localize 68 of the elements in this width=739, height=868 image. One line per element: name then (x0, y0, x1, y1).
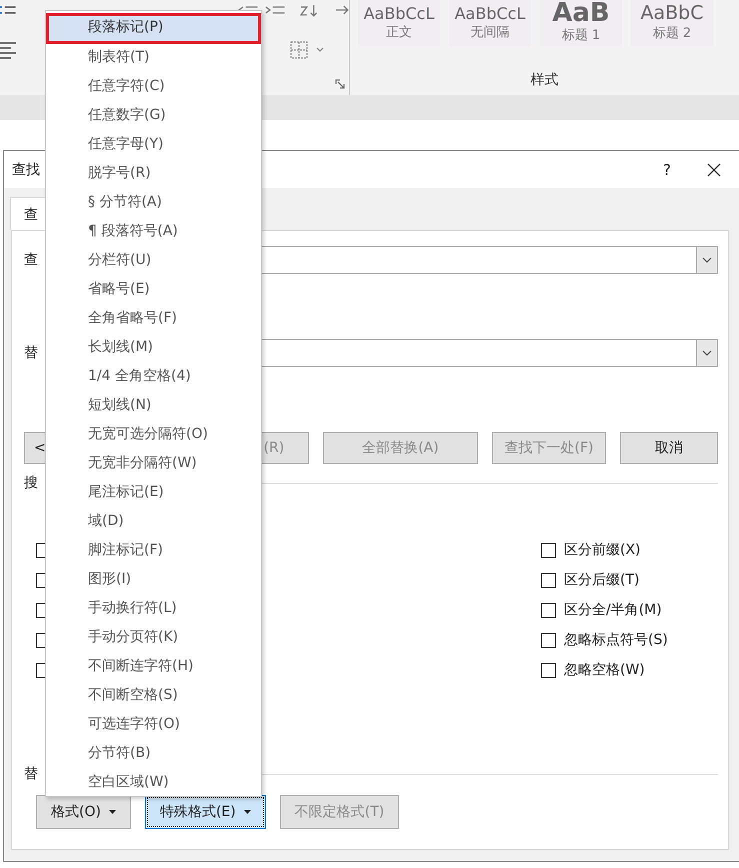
menu-item[interactable]: 任意字符(C) (46, 72, 261, 101)
style-sample: AaBbC (640, 2, 704, 24)
chevron-down-icon[interactable] (702, 257, 712, 263)
checkbox-label: 区分前缀(X) (564, 541, 641, 559)
style-sample: AaBbCcL (364, 4, 434, 23)
checkbox[interactable] (541, 542, 556, 558)
align-left-icon[interactable] (0, 40, 18, 60)
chevron-down-icon[interactable] (702, 350, 712, 356)
menu-item[interactable]: 无宽非分隔符(W) (46, 449, 261, 478)
section-label: 替 (24, 765, 38, 783)
checkbox[interactable] (541, 602, 556, 618)
field-label: 替 (24, 345, 38, 361)
style-gallery-item[interactable]: AaBbCcL 正文 (358, 0, 440, 46)
menu-item[interactable]: 无宽可选分隔符(O) (46, 420, 261, 449)
menu-item[interactable]: 域(D) (46, 507, 261, 536)
menu-item[interactable]: 手动换行符(L) (46, 594, 261, 623)
menu-item[interactable]: 分节符(B) (46, 739, 261, 768)
arrow-icon[interactable] (335, 3, 350, 17)
menu-item[interactable]: 段落标记(P) (46, 13, 261, 44)
menu-item[interactable]: 长划线(M) (46, 333, 261, 362)
caret-icon[interactable] (316, 47, 324, 53)
sort-icon[interactable] (300, 3, 318, 17)
increase-indent-icon[interactable] (264, 4, 286, 16)
checkbox-label: 区分后缀(T) (564, 571, 640, 589)
style-sample: AaBbCcL (454, 4, 526, 23)
menu-item[interactable]: 分栏符(U) (46, 246, 261, 275)
format-button[interactable]: 格式(O) (36, 795, 131, 829)
menu-item[interactable]: 制表符(T) (46, 43, 261, 72)
style-name: 无间隔 (470, 24, 510, 41)
style-gallery-item[interactable]: AaBbC 标题 2 (631, 0, 713, 46)
checkbox[interactable] (541, 632, 556, 648)
bullet-list-icon[interactable] (0, 4, 18, 16)
style-name: 标题 1 (562, 27, 600, 44)
style-sample: AaB (552, 0, 610, 26)
checkbox[interactable] (541, 662, 556, 678)
style-name: 标题 2 (652, 25, 692, 42)
menu-item[interactable]: 图形(I) (46, 565, 261, 594)
menu-item[interactable]: 任意数字(G) (46, 101, 261, 130)
field-label: 查 (24, 252, 38, 268)
window-title: 查找 (12, 160, 40, 178)
menu-item[interactable]: 脱字号(R) (46, 159, 261, 188)
checkbox-label: 区分全/半角(M) (564, 601, 662, 619)
dialog-button[interactable]: 取消 (620, 432, 718, 464)
menu-item[interactable]: 省略号(E) (46, 275, 261, 304)
menu-item[interactable]: 可选连字符(O) (46, 710, 261, 739)
menu-item[interactable]: 不间断连字符(H) (46, 652, 261, 681)
help-button[interactable]: ? (652, 160, 682, 178)
menu-item[interactable]: 空白区域(W) (46, 768, 261, 797)
checkbox-label: 忽略标点符号(S) (564, 631, 668, 649)
menu-item[interactable]: 任意字母(Y) (46, 130, 261, 159)
menu-item[interactable]: 手动分页符(K) (46, 623, 261, 652)
menu-item[interactable]: 尾注标记(E) (46, 478, 261, 507)
style-name: 正文 (386, 24, 412, 41)
style-gallery-item[interactable]: AaBbCcL 无间隔 (449, 0, 531, 46)
close-icon[interactable] (707, 162, 721, 176)
menu-item[interactable]: 1/4 全角空格(4) (46, 362, 261, 391)
menu-item[interactable]: 脚注标记(F) (46, 536, 261, 565)
borders-icon[interactable] (290, 41, 308, 59)
group-label: 样式 (530, 71, 560, 89)
menu-item[interactable]: 不间断空格(S) (46, 681, 261, 710)
menu-item[interactable]: 短划线(N) (46, 391, 261, 420)
checkbox-label: 忽略空格(W) (564, 661, 645, 679)
format-button[interactable]: 特殊格式(E) (144, 795, 266, 829)
dialog-launcher-icon[interactable] (335, 79, 345, 89)
checkbox[interactable] (541, 572, 556, 588)
style-gallery-item[interactable]: AaB 标题 1 (540, 0, 622, 46)
menu-item[interactable]: 全角省略号(F) (46, 304, 261, 333)
section-label: 搜 (24, 474, 38, 492)
